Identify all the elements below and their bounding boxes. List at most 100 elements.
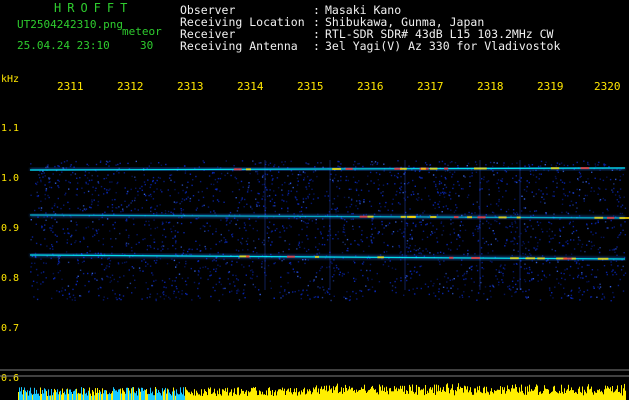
meter-bar bbox=[64, 391, 65, 400]
noise-speck bbox=[548, 287, 551, 289]
noise-speck bbox=[306, 188, 308, 190]
noise-speck bbox=[598, 251, 601, 254]
noise-speck bbox=[355, 205, 357, 207]
noise-speck bbox=[156, 205, 158, 207]
meter-bar bbox=[540, 391, 541, 400]
meter-bar bbox=[240, 393, 241, 400]
meter-bar bbox=[77, 393, 78, 400]
noise-speck bbox=[81, 187, 83, 189]
meter-bar bbox=[440, 387, 441, 400]
noise-speck bbox=[599, 247, 601, 249]
noise-speck bbox=[501, 178, 504, 180]
noise-speck bbox=[342, 226, 345, 229]
meter-bar bbox=[559, 390, 560, 400]
meter-bar bbox=[523, 393, 524, 400]
noise-speck bbox=[367, 279, 369, 281]
noise-speck bbox=[445, 205, 447, 207]
noise-speck bbox=[49, 186, 51, 188]
noise-speck bbox=[406, 240, 409, 242]
noise-speck bbox=[338, 161, 340, 163]
noise-speck bbox=[327, 195, 330, 197]
noise-speck bbox=[113, 278, 115, 281]
noise-speck bbox=[549, 289, 551, 291]
noise-speck bbox=[317, 248, 319, 251]
meter-bar bbox=[335, 387, 336, 400]
meter-bar bbox=[364, 384, 365, 400]
noise-speck bbox=[457, 288, 459, 290]
noise-speck bbox=[173, 208, 176, 210]
noise-speck bbox=[430, 280, 432, 282]
noise-speck bbox=[305, 250, 308, 252]
noise-speck bbox=[310, 202, 313, 205]
meter-bar bbox=[432, 387, 433, 400]
meter-bar bbox=[210, 387, 211, 400]
noise-speck bbox=[130, 188, 132, 191]
noise-speck bbox=[172, 225, 175, 227]
noise-speck bbox=[570, 200, 573, 202]
noise-speck bbox=[96, 175, 99, 177]
noise-speck bbox=[466, 272, 468, 275]
noise-speck bbox=[458, 184, 460, 186]
noise-speck bbox=[125, 242, 128, 244]
noise-speck bbox=[247, 189, 249, 191]
noise-speck bbox=[440, 182, 443, 184]
meter-bar bbox=[551, 392, 552, 400]
noise-speck bbox=[431, 232, 434, 234]
noise-speck bbox=[48, 181, 50, 184]
meter-bar bbox=[379, 384, 380, 400]
noise-speck bbox=[207, 267, 209, 270]
noise-speck bbox=[337, 180, 339, 182]
noise-speck bbox=[331, 276, 334, 278]
noise-speck bbox=[185, 198, 188, 200]
power-meter bbox=[18, 383, 626, 400]
noise-speck bbox=[379, 202, 381, 205]
meter-bar bbox=[306, 393, 307, 400]
noise-speck bbox=[278, 171, 280, 173]
noise-speck bbox=[488, 193, 490, 196]
noise-speck bbox=[309, 298, 311, 300]
noise-speck bbox=[347, 247, 349, 250]
meter-bar bbox=[604, 389, 605, 400]
noise-speck bbox=[67, 228, 69, 230]
meter-bar bbox=[173, 387, 174, 400]
noise-speck bbox=[40, 283, 42, 285]
meter-bar bbox=[119, 389, 120, 400]
meter-bar bbox=[138, 387, 139, 400]
meter-bar bbox=[439, 390, 440, 400]
noise-speck bbox=[160, 164, 163, 166]
noise-speck bbox=[397, 230, 399, 232]
noise-speck bbox=[204, 230, 206, 232]
noise-speck bbox=[400, 251, 402, 253]
meter-bar bbox=[461, 388, 462, 400]
noise-speck bbox=[297, 174, 300, 176]
noise-speck bbox=[418, 274, 421, 276]
noise-speck bbox=[106, 189, 108, 191]
noise-speck bbox=[158, 162, 160, 164]
noise-speck bbox=[189, 200, 191, 202]
noise-speck bbox=[339, 271, 341, 273]
noise-speck bbox=[220, 219, 222, 221]
noise-speck bbox=[89, 250, 91, 252]
noise-speck bbox=[572, 231, 575, 233]
noise-speck bbox=[497, 284, 500, 286]
noise-speck bbox=[109, 260, 112, 262]
noise-speck bbox=[119, 232, 121, 235]
noise-speck bbox=[434, 231, 436, 234]
meter-bar bbox=[195, 395, 196, 400]
noise-speck bbox=[241, 243, 243, 245]
meter-bar bbox=[139, 388, 140, 400]
noise-speck bbox=[315, 246, 317, 248]
noise-speck bbox=[250, 190, 253, 192]
noise-speck bbox=[399, 187, 401, 189]
meter-bar bbox=[501, 393, 502, 400]
noise-speck bbox=[561, 181, 564, 183]
noise-speck bbox=[590, 273, 593, 276]
noise-speck bbox=[258, 205, 261, 207]
meter-bar bbox=[602, 392, 603, 400]
noise-speck bbox=[557, 171, 559, 173]
meter-bar bbox=[516, 387, 517, 400]
noise-speck bbox=[464, 284, 466, 286]
noise-speck bbox=[610, 261, 612, 263]
noise-speck bbox=[153, 219, 155, 221]
meter-bar bbox=[118, 389, 119, 400]
